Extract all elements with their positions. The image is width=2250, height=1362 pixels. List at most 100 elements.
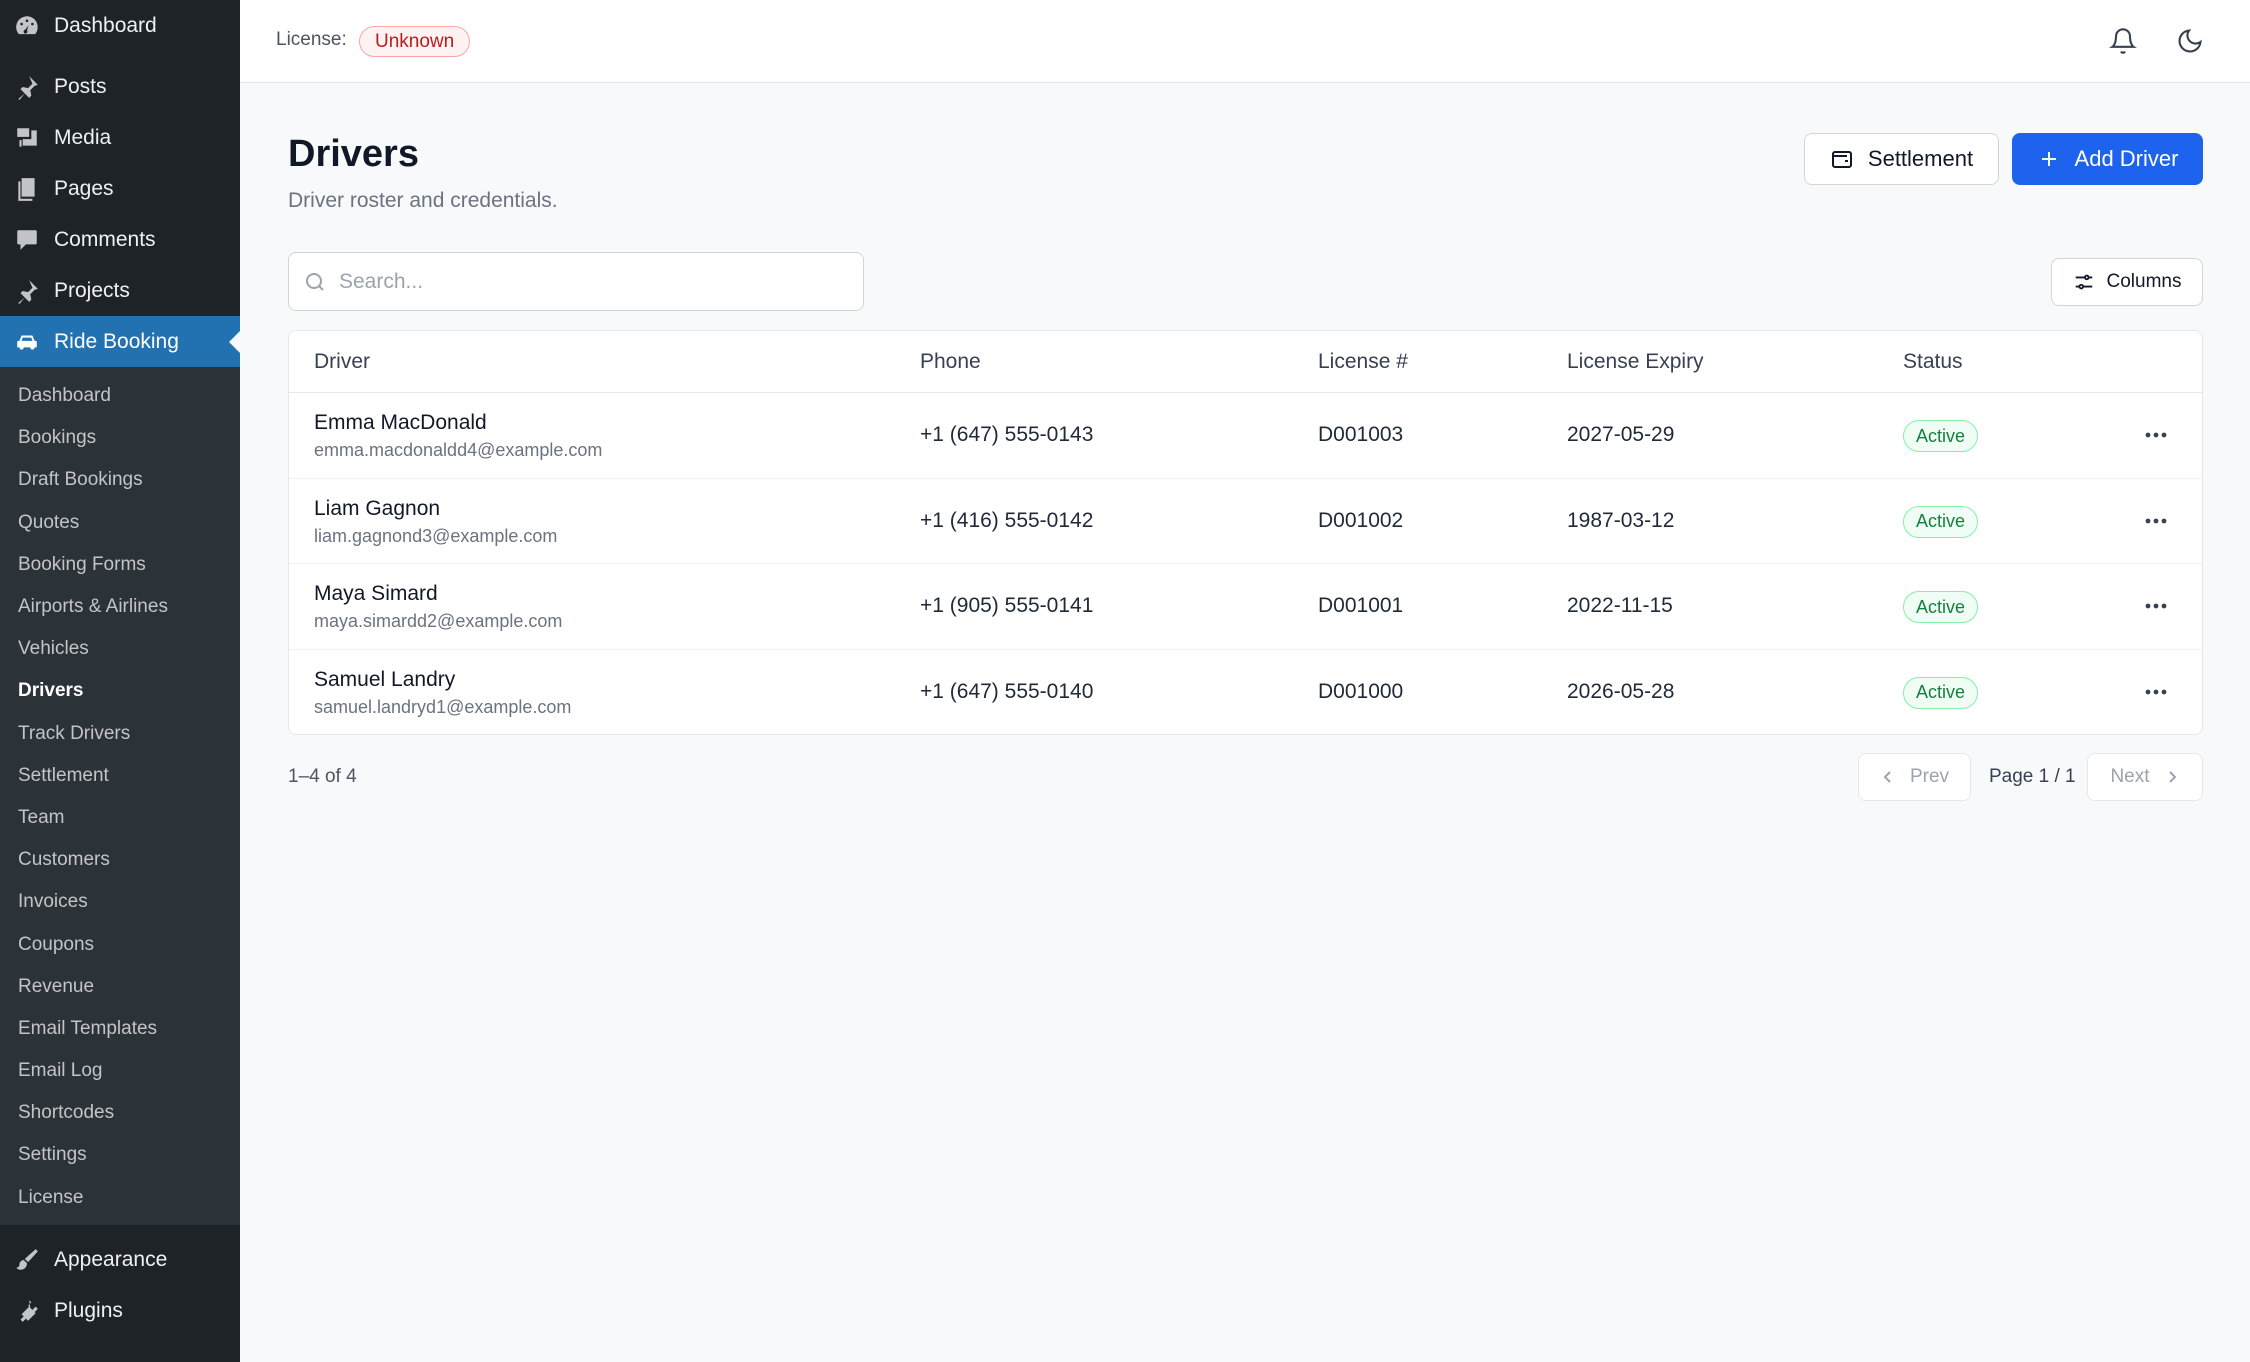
submenu-item-email-log[interactable]: Email Log [0, 1050, 240, 1092]
status-badge: Active [1903, 505, 1979, 538]
media-icon [14, 125, 40, 151]
column-header-license[interactable]: License # [1318, 350, 1408, 374]
submenu-item-dashboard[interactable]: Dashboard [0, 375, 240, 417]
driver-phone: +1 (905) 555-0141 [920, 594, 1094, 617]
columns-button-label: Columns [2106, 271, 2182, 292]
driver-license-expiry: 2022-11-15 [1567, 594, 1673, 617]
menu-comments[interactable]: Comments [0, 214, 240, 265]
submenu-item-settings[interactable]: Settings [0, 1134, 240, 1176]
drivers-table: Driver Phone License # License Expiry St… [288, 330, 2203, 735]
driver-license-expiry: 2026-05-28 [1567, 679, 1675, 703]
moon-icon[interactable] [2173, 24, 2207, 58]
menu-label: Dashboard [54, 13, 157, 37]
submenu-item-quotes[interactable]: Quotes [0, 502, 240, 544]
pin-icon [14, 74, 40, 100]
plug-icon [14, 1298, 40, 1324]
car-icon [14, 329, 40, 355]
menu-label: Projects [54, 278, 130, 302]
search-input[interactable] [339, 269, 839, 294]
more-options-icon[interactable] [2139, 592, 2173, 620]
page-indicator: Page 1 / 1 [1989, 766, 2076, 787]
submenu-item-coupons[interactable]: Coupons [0, 923, 240, 965]
submenu-item-drivers[interactable]: Drivers [0, 670, 240, 712]
chevron-left-icon [1883, 771, 1891, 783]
more-options-icon[interactable] [2139, 421, 2173, 449]
pages-icon [14, 176, 40, 202]
menu-label: Ride Booking [54, 329, 179, 353]
chevron-right-icon [2168, 771, 2176, 783]
driver-email: emma.macdonaldd4@example.com [314, 440, 603, 460]
page-subtitle: Driver roster and credentials. [288, 189, 558, 212]
prev-page-button[interactable]: Prev [1858, 753, 1971, 801]
column-header-phone[interactable]: Phone [920, 350, 981, 374]
more-options-icon[interactable] [2139, 507, 2173, 535]
submenu-item-booking-forms[interactable]: Booking Forms [0, 544, 240, 586]
table-header: Driver Phone License # License Expiry St… [289, 331, 2202, 393]
search-icon [306, 272, 324, 291]
driver-phone: +1 (647) 555-0143 [920, 423, 1094, 446]
menu-label: Comments [54, 227, 156, 251]
plus-icon [2041, 152, 2056, 166]
menu-media[interactable]: Media [0, 112, 240, 163]
submenu-item-license[interactable]: License [0, 1177, 240, 1219]
license-status-badge[interactable]: Unknown [359, 26, 471, 57]
comment-icon [14, 227, 40, 253]
driver-email: liam.gagnond3@example.com [314, 525, 558, 546]
menu-posts[interactable]: Posts [0, 61, 240, 112]
driver-license-expiry: 1987-03-12 [1567, 508, 1675, 532]
driver-license: D001000 [1318, 679, 1404, 703]
submenu-item-team[interactable]: Team [0, 797, 240, 839]
table-row[interactable]: Emma MacDonald emma.macdonaldd4@example.… [289, 393, 2202, 479]
menu-pages[interactable]: Pages [0, 163, 240, 214]
submenu-item-airports-airlines[interactable]: Airports & Airlines [0, 586, 240, 628]
columns-button[interactable]: Columns [2051, 258, 2203, 306]
driver-license: D001002 [1318, 508, 1404, 532]
pin-icon [14, 278, 40, 304]
license-label: License: [276, 29, 347, 50]
column-header-status[interactable]: Status [1903, 350, 1963, 374]
submenu-item-revenue[interactable]: Revenue [0, 966, 240, 1008]
submenu-item-customers[interactable]: Customers [0, 839, 240, 881]
menu-label: Posts [54, 74, 107, 98]
driver-email: maya.simardd2@example.com [314, 611, 563, 631]
search-box [288, 252, 864, 311]
menu-ride-booking[interactable]: Ride Booking [0, 316, 240, 367]
driver-license: D001003 [1318, 423, 1404, 446]
column-header-license-expiry[interactable]: License Expiry [1567, 350, 1704, 374]
more-options-icon[interactable] [2139, 678, 2173, 706]
driver-name: Liam Gagnon [314, 496, 441, 520]
pagination-summary: 1–4 of 4 [288, 766, 357, 787]
submenu-item-track-drivers[interactable]: Track Drivers [0, 713, 240, 755]
menu-projects[interactable]: Projects [0, 265, 240, 316]
menu-label: Appearance [54, 1248, 168, 1272]
table-row[interactable]: Samuel Landry samuel.landryd1@example.co… [289, 650, 2202, 735]
bell-icon[interactable] [2106, 24, 2140, 58]
driver-license-expiry: 2027-05-29 [1567, 423, 1675, 446]
submenu-item-invoices[interactable]: Invoices [0, 881, 240, 923]
menu-label: Media [54, 125, 112, 149]
admin-sidebar: Dashboard Posts Media Pages Comments Pro… [0, 0, 240, 1362]
driver-name: Maya Simard [314, 582, 438, 605]
submenu-item-draft-bookings[interactable]: Draft Bookings [0, 459, 240, 501]
status-badge: Active [1903, 591, 1979, 623]
submenu-item-shortcodes[interactable]: Shortcodes [0, 1092, 240, 1134]
menu-label: Plugins [54, 1299, 123, 1323]
menu-appearance[interactable]: Appearance [0, 1235, 240, 1286]
prev-page-label: Prev [1909, 766, 1950, 787]
wallet-icon [1831, 151, 1852, 168]
column-header-driver[interactable]: Driver [314, 350, 370, 374]
menu-plugins[interactable]: Plugins [0, 1286, 240, 1337]
settlement-button[interactable]: Settlement [1804, 133, 1999, 185]
submenu-item-bookings[interactable]: Bookings [0, 417, 240, 459]
ride-booking-submenu: Dashboard Bookings Draft Bookings Quotes… [0, 367, 240, 1225]
table-row[interactable]: Maya Simard maya.simardd2@example.com +1… [289, 564, 2202, 650]
submenu-item-vehicles[interactable]: Vehicles [0, 628, 240, 670]
submenu-item-settlement[interactable]: Settlement [0, 755, 240, 797]
table-row[interactable]: Liam Gagnon liam.gagnond3@example.com +1… [289, 479, 2202, 564]
submenu-item-email-templates[interactable]: Email Templates [0, 1008, 240, 1050]
menu-dashboard[interactable]: Dashboard [0, 0, 240, 51]
next-page-button[interactable]: Next [2087, 753, 2203, 801]
driver-license: D001001 [1318, 594, 1404, 617]
menu-label: Pages [54, 176, 114, 200]
add-driver-button[interactable]: Add Driver [2012, 133, 2203, 185]
